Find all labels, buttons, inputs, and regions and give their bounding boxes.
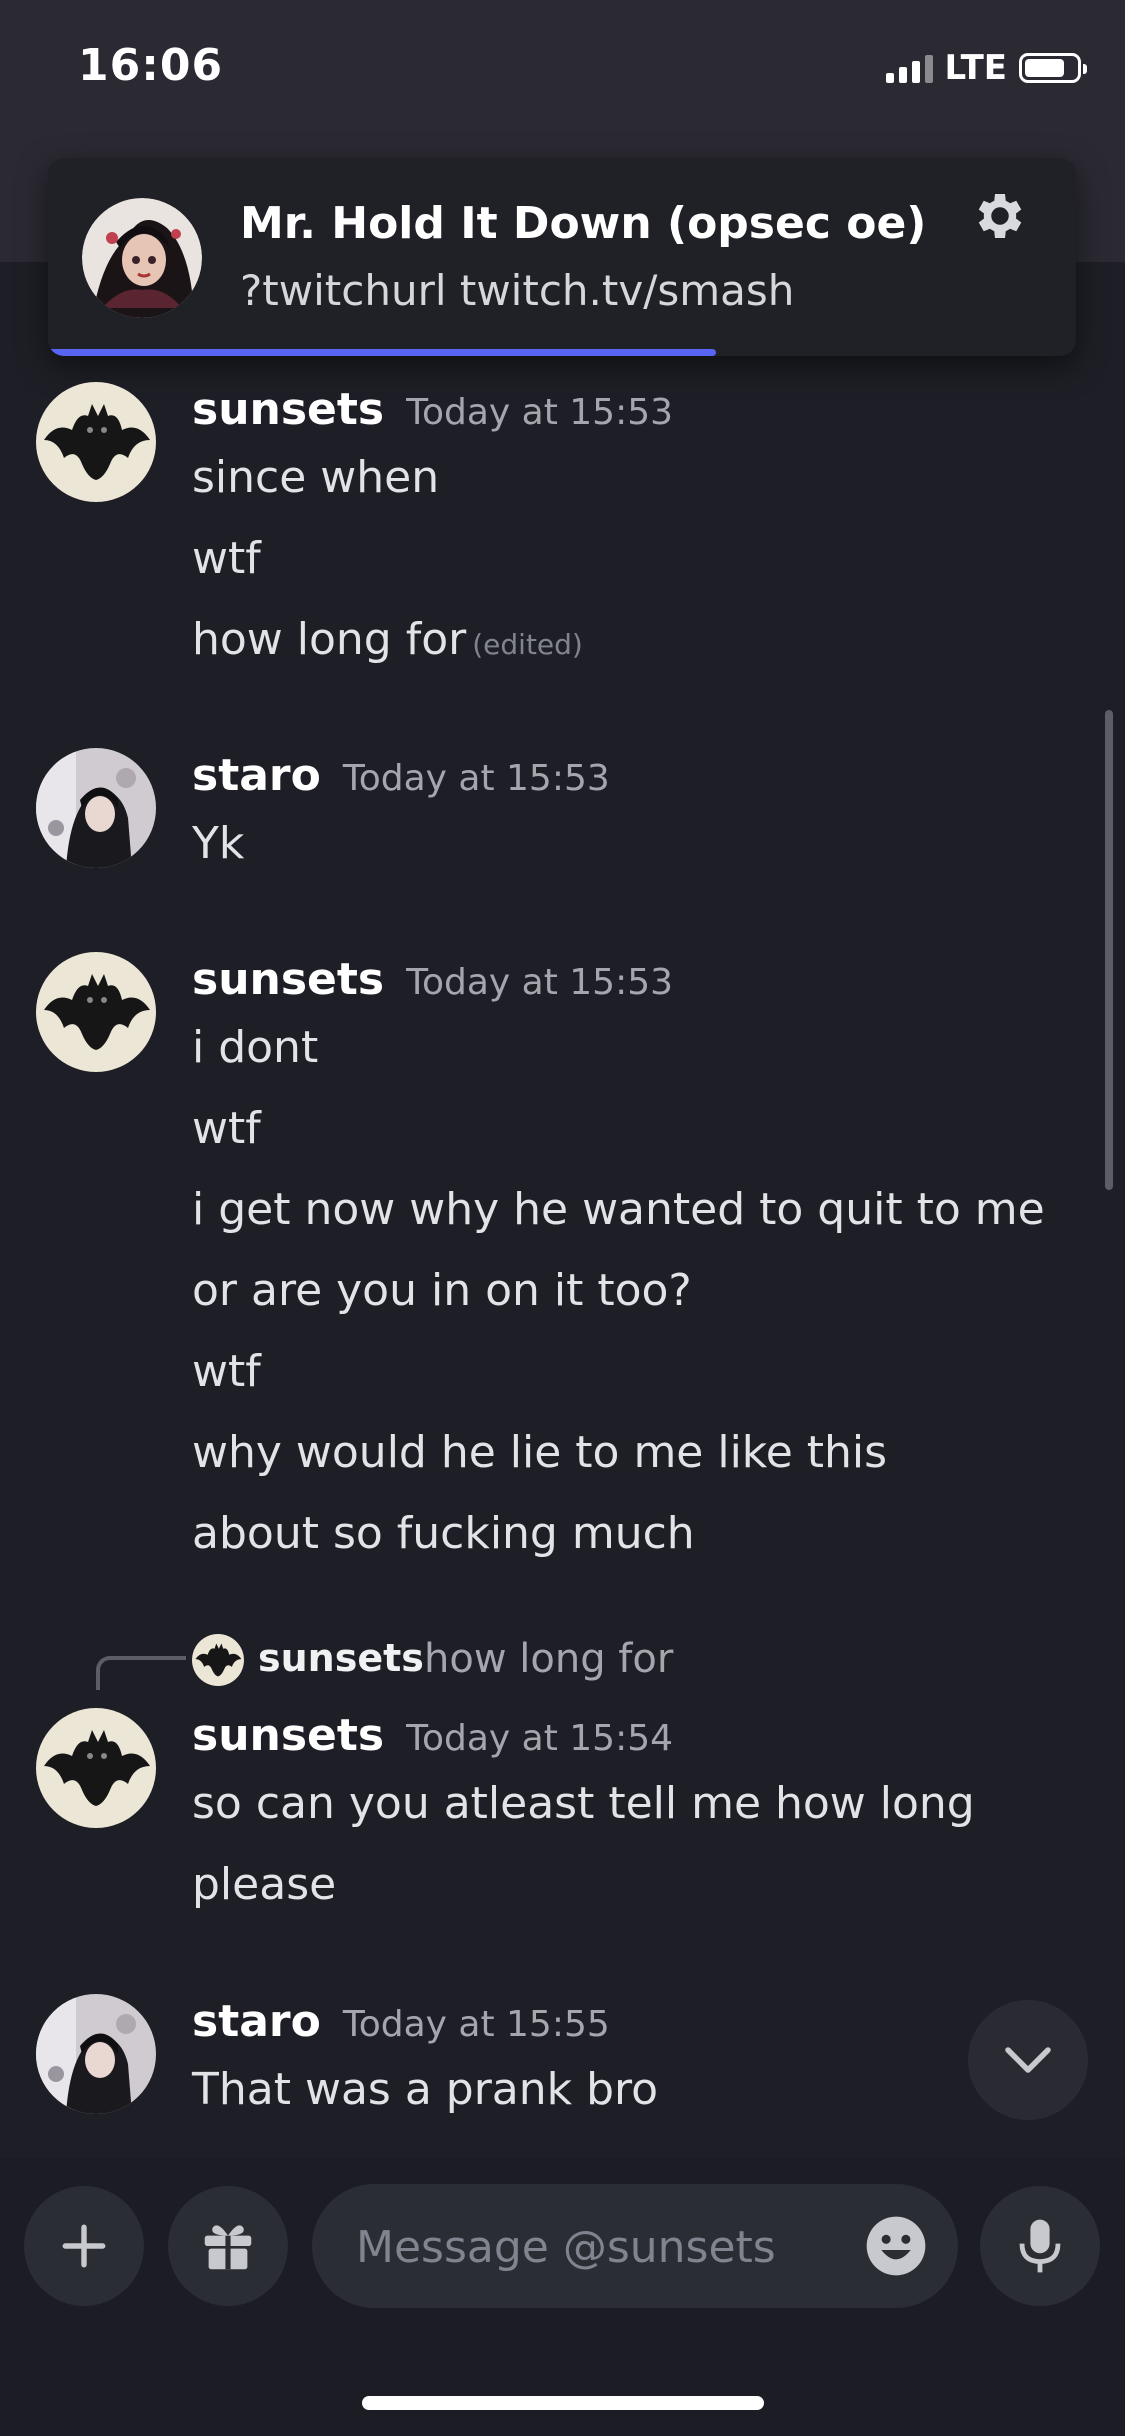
network-label: LTE (944, 48, 1007, 88)
message-author[interactable]: sunsets Today at 15:53 (192, 954, 673, 1005)
message-text: i get now why he wanted to quit to me (192, 1184, 1045, 1235)
message-author[interactable]: staro Today at 15:53 (192, 750, 610, 801)
message-input[interactable] (354, 2184, 838, 2310)
user-avatar[interactable] (36, 748, 156, 868)
status-indicators: LTE (885, 48, 1087, 88)
message-text: so can you atleast tell me how long (192, 1778, 975, 1829)
bat-avatar-icon (36, 1708, 156, 1828)
chevron-down-icon (1005, 2047, 1051, 2073)
author-name[interactable]: sunsets (192, 384, 384, 435)
bat-avatar-icon (192, 1634, 244, 1686)
home-indicator (362, 2396, 764, 2410)
emoji-icon[interactable] (864, 2214, 928, 2278)
message-author[interactable]: staro Today at 15:55 (192, 1996, 610, 2047)
bat-avatar-icon (36, 952, 156, 1072)
message-composer (0, 2158, 1125, 2436)
reply-avatar[interactable] (192, 1634, 244, 1686)
gift-button[interactable] (168, 2186, 288, 2306)
photo-avatar-icon (36, 1994, 156, 2114)
message-author[interactable]: sunsets Today at 15:53 (192, 384, 673, 435)
user-avatar[interactable] (36, 1708, 156, 1828)
notification-progress (48, 349, 1076, 356)
message-text: or are you in on it too? (192, 1265, 692, 1316)
author-name[interactable]: sunsets (192, 1710, 384, 1761)
add-attachment-button[interactable] (24, 2186, 144, 2306)
reply-connector (96, 1656, 186, 1690)
edited-label: (edited) (472, 628, 583, 661)
voice-message-button[interactable] (980, 2186, 1100, 2306)
notification-title: Mr. Hold It Down (opsec oe) (240, 198, 927, 249)
notification-toast[interactable]: Mr. Hold It Down (opsec oe) ?twitchurl t… (48, 158, 1076, 356)
message-text: wtf (192, 533, 261, 584)
battery-icon (1019, 53, 1087, 83)
gift-icon (204, 2225, 252, 2270)
message-timestamp: Today at 15:53 (406, 962, 674, 1003)
message-author[interactable]: sunsets Today at 15:54 (192, 1710, 673, 1761)
message-text: why would he lie to me like this (192, 1427, 888, 1478)
user-avatar[interactable] (36, 1994, 156, 2114)
author-name[interactable]: sunsets (192, 954, 384, 1005)
message-timestamp: Today at 15:53 (406, 392, 674, 433)
message-input-container[interactable] (312, 2184, 958, 2310)
scrollbar[interactable] (1105, 710, 1113, 1190)
notification-progress-fill (48, 349, 717, 356)
dm-screen: 16:06 LTE Mr. Hold It Down (opsec oe) ?t… (0, 0, 1125, 2436)
photo-avatar-icon (36, 748, 156, 868)
jump-to-bottom-button[interactable] (968, 2000, 1088, 2120)
server-avatar (82, 198, 202, 318)
message-text: i dont (192, 1022, 319, 1073)
message-text: That was a prank bro (192, 2064, 659, 2115)
notification-subtitle: ?twitchurl twitch.tv/smash (240, 266, 795, 315)
bat-avatar-icon (36, 382, 156, 502)
message-text: about so fucking much (192, 1508, 695, 1559)
message-text: since when (192, 452, 440, 503)
author-name[interactable]: staro (192, 750, 321, 801)
message-timestamp: Today at 15:53 (342, 758, 610, 799)
user-avatar[interactable] (36, 952, 156, 1072)
signal-icon (885, 53, 933, 83)
author-name[interactable]: staro (192, 1996, 321, 2047)
plus-icon (62, 2224, 106, 2268)
reply-author[interactable]: sunsets (258, 1636, 424, 1680)
gear-icon[interactable] (970, 186, 1030, 246)
user-avatar[interactable] (36, 382, 156, 502)
message-text: wtf (192, 1346, 261, 1397)
status-time: 16:06 (78, 40, 224, 91)
message-text: wtf (192, 1103, 261, 1154)
message-text: Yk (192, 818, 245, 869)
message-text: please (192, 1859, 337, 1910)
microphone-icon (1019, 2219, 1061, 2273)
reply-preview[interactable]: how long for (424, 1636, 673, 1682)
message-text-body: how long for (192, 614, 467, 665)
message-timestamp: Today at 15:54 (406, 1718, 674, 1759)
message-timestamp: Today at 15:55 (342, 2004, 610, 2045)
message-text: how long for (edited) (192, 614, 583, 665)
